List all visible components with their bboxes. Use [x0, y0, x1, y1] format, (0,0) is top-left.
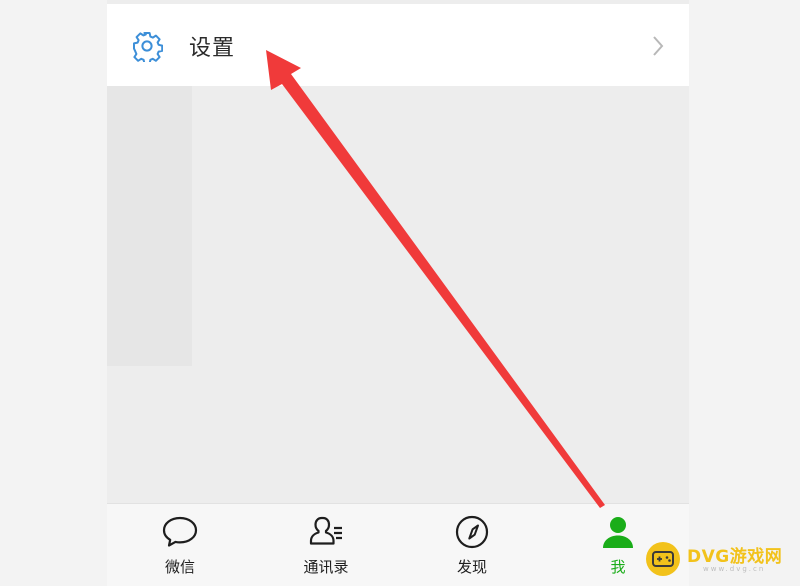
gear-icon	[133, 32, 163, 62]
contacts-icon	[309, 516, 342, 545]
settings-row[interactable]: 设置	[107, 4, 689, 86]
chat-bubble-icon	[162, 516, 198, 547]
tab-label: 通讯录	[303, 558, 349, 576]
person-icon	[603, 517, 633, 548]
tab-chats[interactable]: 微信	[107, 504, 253, 586]
chevron-right-icon	[653, 36, 664, 56]
gamepad-logo-icon	[646, 542, 680, 576]
tab-label: 微信	[164, 558, 195, 576]
settings-label: 设置	[189, 36, 236, 61]
watermark: DVG游戏网 www.dvg.cn	[645, 538, 795, 580]
tab-contacts[interactable]: 通讯录	[253, 504, 399, 586]
watermark-subtext: www.dvg.cn	[703, 565, 766, 573]
phone-screen	[107, 0, 689, 585]
bottom-tab-bar: 微信 通讯录 发现 我	[107, 503, 689, 586]
compass-icon	[455, 515, 489, 549]
background-panel	[107, 86, 192, 366]
watermark-text: DVG游戏网	[687, 547, 783, 567]
tab-label: 发现	[456, 558, 487, 576]
tab-discover[interactable]: 发现	[399, 504, 545, 586]
